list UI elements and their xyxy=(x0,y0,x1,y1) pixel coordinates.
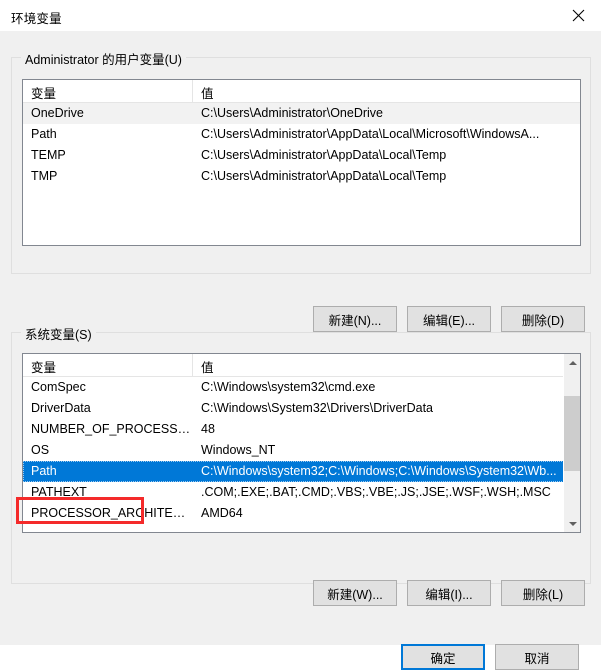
table-row[interactable]: DriverData C:\Windows\System32\Drivers\Dr… xyxy=(23,398,580,419)
system-variable-row-value: .COM;.EXE;.BAT;.CMD;.VBS;.VBE;.JS;.JSE;.… xyxy=(201,485,551,499)
system-variable-row-name: DriverData xyxy=(31,401,91,415)
system-variable-row-name: PROCESSOR_ARCHITECT... xyxy=(31,506,193,520)
table-row[interactable]: PROCESSOR_ARCHITECT... AMD64 xyxy=(23,503,580,524)
table-row[interactable]: OS Windows_NT xyxy=(23,440,580,461)
system-list-scrollbar[interactable] xyxy=(563,354,580,532)
system-new-button[interactable]: 新建(W)... xyxy=(313,580,397,606)
system-list-rows: ComSpec C:\Windows\system32\cmd.exe Driver… xyxy=(23,377,580,524)
user-variable-row-value: C:\Users\Administrator\AppData\Local\Tem… xyxy=(201,169,447,183)
system-edit-button[interactable]: 编辑(I)... xyxy=(407,580,491,606)
window-title: 环境变量 xyxy=(11,12,62,26)
table-row[interactable]: TMP C:\Users\Administrator\AppData\Local\… xyxy=(23,166,580,187)
dialog-body: Administrator 的用户变量(U) 变量 值 OneDrive C:\U… xyxy=(0,31,601,670)
system-column-header-name[interactable]: 变量 xyxy=(23,354,193,376)
user-variable-row-name: Path xyxy=(31,127,57,141)
cancel-button[interactable]: 取消 xyxy=(495,644,579,670)
system-variable-row-value: 48 xyxy=(201,422,215,436)
close-icon[interactable] xyxy=(555,0,601,30)
user-variable-row-name: TEMP xyxy=(31,148,66,162)
user-delete-button[interactable]: 删除(D) xyxy=(501,306,585,332)
chevron-up-icon[interactable] xyxy=(564,354,580,371)
system-variables-legend: 系统变量(S) xyxy=(21,324,96,343)
ok-button[interactable]: 确定 xyxy=(401,644,485,670)
table-row[interactable]: Path C:\Users\Administrator\AppData\Local… xyxy=(23,124,580,145)
user-variables-group: Administrator 的用户变量(U) 变量 值 OneDrive C:\U… xyxy=(11,49,591,274)
user-list-header: 变量 值 xyxy=(23,80,580,103)
system-variable-row-value: C:\Windows\system32;C:\Windows;C:\Window… xyxy=(201,464,557,478)
system-variable-row-name: OS xyxy=(31,443,50,457)
system-list-header: 变量 值 xyxy=(23,354,580,377)
user-edit-button[interactable]: 编辑(E)... xyxy=(407,306,491,332)
system-variable-row-name: ComSpec xyxy=(31,380,86,394)
table-row[interactable]: Path C:\Windows\system32;C:\Windows;C:\Wi… xyxy=(23,461,580,482)
user-list-rows: OneDrive C:\Users\Administrator\OneDrive P… xyxy=(23,103,580,187)
user-variable-row-value: C:\Users\Administrator\OneDrive xyxy=(201,106,383,120)
system-variable-row-value: AMD64 xyxy=(201,506,243,520)
system-variable-row-name: PATHEXT xyxy=(31,485,87,499)
system-column-header-value[interactable]: 值 xyxy=(193,354,580,376)
system-variable-row-value: C:\Windows\System32\Drivers\DriverData xyxy=(201,401,433,415)
user-variables-legend: Administrator 的用户变量(U) xyxy=(21,49,186,68)
user-variable-row-value: C:\Users\Administrator\AppData\Local\Mic… xyxy=(201,127,540,141)
system-variable-row-name: Path xyxy=(31,464,57,478)
user-column-header-name[interactable]: 变量 xyxy=(23,80,193,102)
user-variable-row-name: OneDrive xyxy=(31,106,84,120)
user-column-header-value[interactable]: 值 xyxy=(193,80,580,102)
title-bar: 环境变量 xyxy=(0,0,601,32)
user-variable-row-value: C:\Users\Administrator\AppData\Local\Tem… xyxy=(201,148,447,162)
scrollbar-thumb[interactable] xyxy=(564,395,580,471)
system-variable-row-name: NUMBER_OF_PROCESSORS xyxy=(31,422,193,436)
table-row[interactable]: NUMBER_OF_PROCESSORS 48 xyxy=(23,419,580,440)
system-variables-group: 系统变量(S) 变量 值 ComSpec C:\Windows\system32\… xyxy=(11,324,591,584)
system-variable-row-value: C:\Windows\system32\cmd.exe xyxy=(201,380,376,394)
system-variables-list[interactable]: 变量 值 ComSpec C:\Windows\system32\cmd.exe D… xyxy=(22,353,581,533)
chevron-down-icon[interactable] xyxy=(564,515,580,532)
table-row[interactable]: ComSpec C:\Windows\system32\cmd.exe xyxy=(23,377,580,398)
table-row[interactable]: TEMP C:\Users\Administrator\AppData\Local… xyxy=(23,145,580,166)
user-variable-row-name: TMP xyxy=(31,169,58,183)
user-new-button[interactable]: 新建(N)... xyxy=(313,306,397,332)
system-variable-row-value: Windows_NT xyxy=(201,443,276,457)
table-row[interactable]: PATHEXT .COM;.EXE;.BAT;.CMD;.VBS;.VBE;.JS… xyxy=(23,482,580,503)
system-delete-button[interactable]: 删除(L) xyxy=(501,580,585,606)
user-variables-list[interactable]: 变量 值 OneDrive C:\Users\Administrator\OneD… xyxy=(22,79,581,246)
table-row[interactable]: OneDrive C:\Users\Administrator\OneDrive xyxy=(23,103,580,124)
